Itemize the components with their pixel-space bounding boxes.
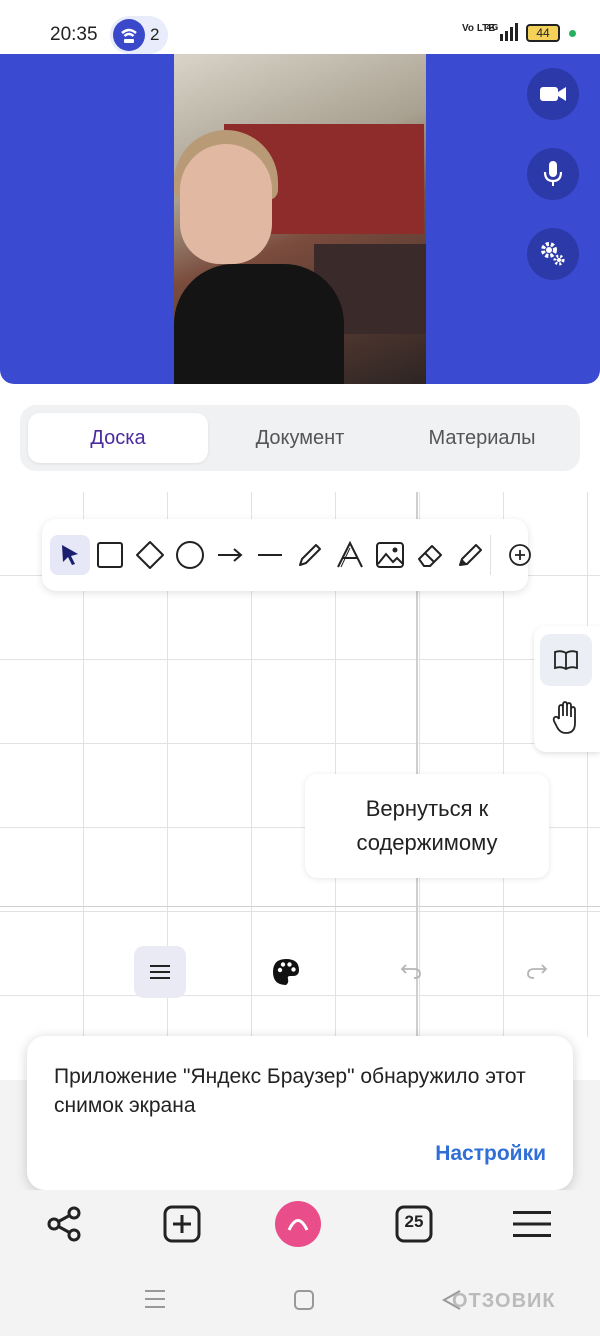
browser-toolbar: 25	[0, 1190, 600, 1260]
return-to-content-button[interactable]: Вернуться к содержимому	[305, 774, 549, 878]
diamond-icon	[136, 541, 164, 569]
side-panel	[534, 626, 600, 752]
hotspot-count: 2	[150, 25, 160, 44]
toolbar-divider	[490, 535, 491, 575]
image-tool[interactable]	[370, 535, 410, 575]
tab-bar: Доска Документ Материалы	[20, 405, 580, 471]
add-tab-icon	[163, 1205, 201, 1243]
signal-icon: 4G	[486, 22, 520, 42]
pan-tool-button[interactable]	[540, 692, 592, 744]
recent-apps-button[interactable]	[143, 1288, 167, 1310]
home-button[interactable]	[292, 1288, 316, 1312]
rectangle-tool[interactable]	[90, 535, 130, 575]
add-icon	[509, 544, 531, 566]
tab-materials[interactable]: Материалы	[392, 413, 572, 463]
diamond-tool[interactable]	[130, 535, 170, 575]
menu-icon	[150, 965, 170, 979]
read-mode-button[interactable]	[540, 634, 592, 686]
text-tool[interactable]	[330, 535, 370, 575]
circle-icon	[176, 541, 204, 569]
palette-icon	[273, 959, 299, 985]
microphone-icon	[543, 161, 563, 186]
alice-assistant-button[interactable]	[268, 1196, 328, 1252]
browser-menu-button[interactable]	[502, 1196, 562, 1252]
line-tool[interactable]	[250, 535, 290, 575]
undo-icon	[400, 964, 421, 979]
microphone-toggle-button[interactable]	[527, 148, 579, 200]
camera-toggle-button[interactable]	[527, 68, 579, 120]
board-menu-button[interactable]	[134, 946, 186, 998]
book-icon	[554, 650, 578, 671]
tab-board[interactable]: Доска	[28, 413, 208, 463]
video-call-panel	[0, 54, 600, 384]
share-button[interactable]	[34, 1196, 94, 1252]
battery-icon: 44	[526, 24, 560, 42]
eraser-tool[interactable]	[410, 535, 450, 575]
tabs-button[interactable]: 25	[384, 1196, 444, 1252]
tab-document[interactable]: Документ	[210, 413, 390, 463]
redo-icon	[527, 964, 548, 979]
tabs-count: 25	[404, 1212, 424, 1231]
pencil-icon	[299, 544, 321, 566]
undo-button[interactable]	[396, 956, 426, 986]
redo-button[interactable]	[522, 956, 552, 986]
clock: 20:35	[50, 24, 98, 45]
rectangle-icon	[97, 542, 123, 568]
hand-icon	[552, 701, 576, 734]
gears-icon	[541, 242, 565, 266]
drawing-toolbar	[42, 519, 531, 591]
home-icon	[294, 1290, 314, 1310]
hotspot-icon	[113, 19, 145, 51]
charging-dot	[569, 30, 576, 37]
eraser-icon	[418, 545, 442, 567]
canvas-guide-horizontal	[0, 906, 600, 907]
arrow-icon	[218, 548, 243, 562]
settings-button[interactable]	[527, 228, 579, 280]
arrow-tool[interactable]	[210, 535, 250, 575]
video-camera-icon	[540, 87, 566, 101]
camera-feed	[174, 54, 426, 384]
marker-tool[interactable]	[450, 535, 490, 575]
hotspot-indicator: 2	[110, 16, 168, 54]
more-tools-button[interactable]	[500, 535, 540, 575]
select-tool[interactable]	[50, 535, 90, 575]
notification-settings-link[interactable]: Настройки	[435, 1142, 546, 1166]
image-icon	[376, 542, 404, 568]
select-icon	[62, 545, 78, 565]
screenshot-notification: Приложение "Яндекс Браузер" обнаружило э…	[27, 1036, 573, 1190]
notification-message: Приложение "Яндекс Браузер" обнаружило э…	[54, 1065, 526, 1117]
line-icon	[258, 554, 282, 556]
hamburger-icon	[513, 1211, 551, 1237]
svg-text:4G: 4G	[486, 23, 498, 32]
recents-icon	[145, 1290, 165, 1308]
text-icon	[337, 540, 363, 568]
circle-tool[interactable]	[170, 535, 210, 575]
share-icon	[47, 1206, 81, 1242]
new-tab-button[interactable]	[152, 1196, 212, 1252]
alice-icon	[275, 1201, 321, 1247]
color-palette-button[interactable]	[266, 952, 306, 992]
pencil-tool[interactable]	[290, 535, 330, 575]
marker-icon	[459, 544, 482, 566]
watermark: ОТЗОВИК	[452, 1290, 556, 1312]
